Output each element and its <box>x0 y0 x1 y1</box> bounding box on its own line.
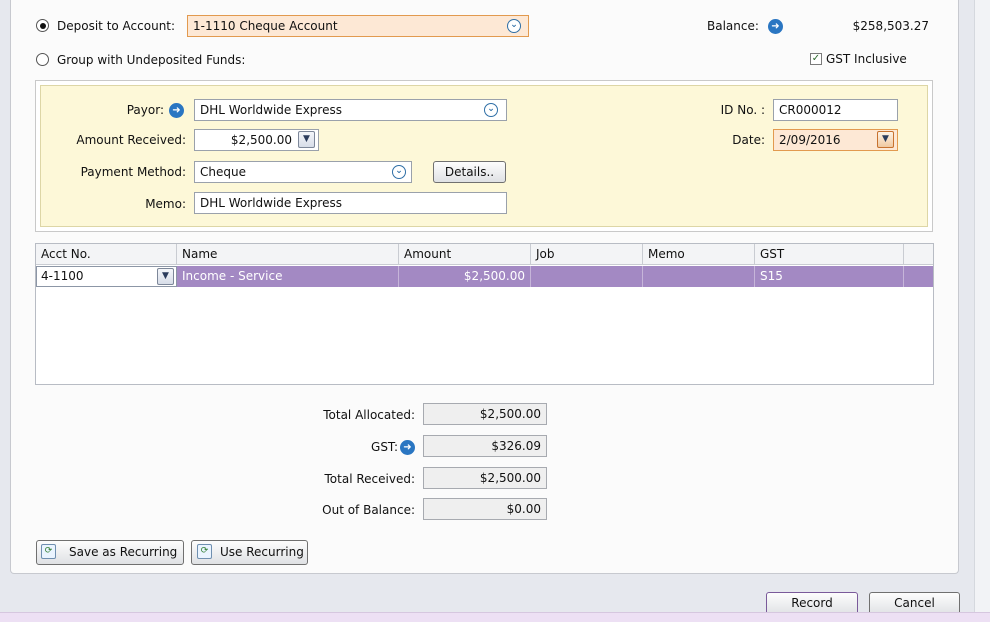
balance-value: $258,503.27 <box>852 19 929 33</box>
row-gst-cell[interactable]: S15 <box>755 266 904 287</box>
date-value: 2/09/2016 <box>779 133 841 147</box>
calendar-dropdown-icon[interactable]: ▼ <box>877 131 894 148</box>
chevron-circle-down-icon[interactable]: ⌄ <box>392 165 406 179</box>
amount-received-label: Amount Received: <box>76 133 186 147</box>
arrow-right-circle-icon[interactable]: ➜ <box>768 19 783 34</box>
payment-method-value: Cheque <box>200 165 246 179</box>
table-row[interactable]: 4-1100 ▼ Income - Service $2,500.00 S15 <box>36 266 933 287</box>
deposit-account-combo[interactable]: 1-1110 Cheque Account <box>187 15 529 37</box>
total-allocated-label: Total Allocated: <box>323 408 415 422</box>
payment-method-label: Payment Method: <box>80 165 186 179</box>
row-name-cell[interactable]: Income - Service <box>177 266 399 287</box>
total-received-value: $2,500.00 <box>423 467 547 489</box>
column-header-blank <box>904 244 933 265</box>
row-amount-cell[interactable]: $2,500.00 <box>399 266 531 287</box>
acct-no-value: 4-1100 <box>41 269 84 283</box>
total-allocated-value: $2,500.00 <box>423 403 547 425</box>
column-header-job[interactable]: Job <box>531 244 643 265</box>
chevron-down-icon[interactable]: ▼ <box>157 268 174 285</box>
gst-total-label: GST: <box>371 440 398 454</box>
gst-inclusive-checkbox[interactable]: ✓ <box>810 53 822 65</box>
gst-total-value: $326.09 <box>423 435 547 457</box>
save-recurring-icon: ⟳ <box>41 544 56 559</box>
use-recurring-icon: ⟳ <box>197 544 212 559</box>
arrow-right-circle-icon[interactable]: ➜ <box>400 440 415 455</box>
group-undeposited-label: Group with Undeposited Funds: <box>57 53 246 67</box>
total-received-label: Total Received: <box>324 472 415 486</box>
details-button[interactable]: Details.. <box>433 161 506 183</box>
allocation-table: Acct No. Name Amount Job Memo GST 4-1100… <box>35 243 934 385</box>
id-no-label: ID No. : <box>720 103 765 117</box>
arrow-right-circle-icon[interactable]: ➜ <box>169 103 184 118</box>
deposit-account-value: 1-1110 Cheque Account <box>193 19 338 33</box>
column-header-amount[interactable]: Amount <box>399 244 531 265</box>
save-as-recurring-label: Save as Recurring <box>69 545 178 559</box>
column-header-memo[interactable]: Memo <box>643 244 755 265</box>
amount-received-value: $2,500.00 <box>230 133 292 147</box>
gst-inclusive-label: GST Inclusive <box>826 52 907 66</box>
save-as-recurring-button[interactable]: Save as Recurring <box>36 540 184 565</box>
status-bar <box>0 612 990 622</box>
memo-field[interactable]: DHL Worldwide Express <box>194 192 507 214</box>
payor-value: DHL Worldwide Express <box>200 103 342 117</box>
id-no-value: CR000012 <box>779 103 842 117</box>
deposit-to-account-label: Deposit to Account: <box>57 19 176 33</box>
chevron-circle-down-icon[interactable]: ⌄ <box>507 19 521 33</box>
acct-no-combo[interactable]: 4-1100 <box>36 266 177 287</box>
group-undeposited-radio[interactable] <box>36 53 49 66</box>
out-of-balance-label: Out of Balance: <box>322 503 415 517</box>
row-job-cell[interactable] <box>531 266 643 287</box>
column-header-name[interactable]: Name <box>177 244 399 265</box>
column-header-gst[interactable]: GST <box>755 244 904 265</box>
use-recurring-label: Use Recurring <box>220 545 304 559</box>
column-header-acct-no[interactable]: Acct No. <box>36 244 177 265</box>
id-no-field[interactable]: CR000012 <box>773 99 898 121</box>
deposit-to-account-radio[interactable] <box>36 19 49 32</box>
memo-label: Memo: <box>145 197 186 211</box>
date-label: Date: <box>732 133 765 147</box>
payor-combo[interactable]: DHL Worldwide Express <box>194 99 507 121</box>
chevron-down-icon[interactable]: ▼ <box>298 131 315 148</box>
payment-method-combo[interactable]: Cheque <box>194 161 412 183</box>
balance-label: Balance: <box>707 19 759 33</box>
out-of-balance-value: $0.00 <box>423 498 547 520</box>
memo-value: DHL Worldwide Express <box>200 196 342 210</box>
row-memo-cell[interactable] <box>643 266 755 287</box>
chevron-circle-down-icon[interactable]: ⌄ <box>484 103 498 117</box>
row-blank-cell <box>904 266 933 287</box>
payor-label: Payor: <box>126 103 164 117</box>
vertical-scrollbar[interactable] <box>974 0 990 612</box>
